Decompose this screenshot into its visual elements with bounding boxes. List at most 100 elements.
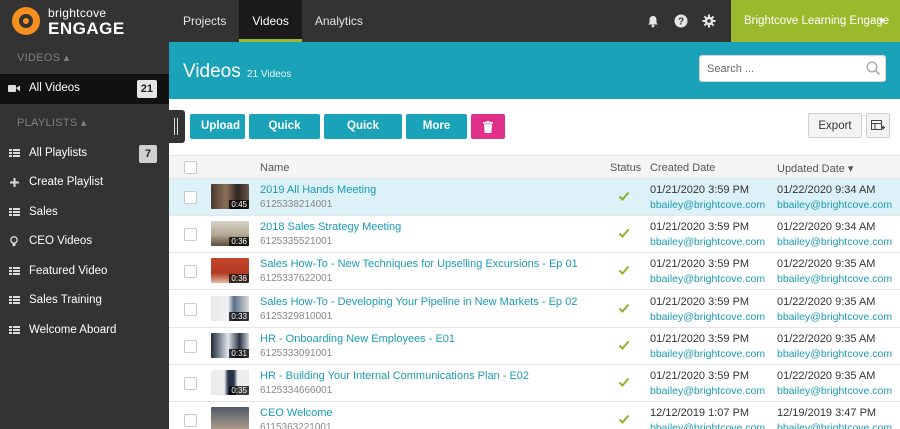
table-row[interactable]: 0:31 HR - Onboarding New Employees - E01 6… (169, 327, 900, 365)
updated-by-link[interactable]: bbailey@brightcove.com (777, 385, 892, 397)
sidebar-collapse-handle[interactable] (169, 110, 185, 143)
bell-icon[interactable] (645, 13, 661, 29)
table-row[interactable]: 0:45 2019 All Hands Meeting 6125338214001 0… (169, 179, 900, 216)
list-icon (8, 139, 20, 168)
checkmark-icon (618, 266, 630, 276)
table-row[interactable]: 0:33 Sales How-To - Developing Your Pipel… (169, 290, 900, 328)
video-name-link[interactable]: Sales How-To - New Techniques for Upsell… (260, 258, 578, 270)
video-name-link[interactable]: Sales How-To - Developing Your Pipeline … (260, 296, 577, 308)
video-duration: 0:38 (229, 274, 249, 284)
video-thumbnail[interactable] (211, 407, 249, 429)
updated-by-link[interactable]: bbailey@brightcove.com (777, 311, 892, 323)
nav-videos[interactable]: Videos (239, 0, 303, 42)
created-by-link[interactable]: bbailey@brightcove.com (650, 199, 765, 211)
row-checkbox[interactable] (184, 414, 197, 428)
updated-by-link[interactable]: bbailey@brightcove.com (777, 236, 892, 248)
video-name-link[interactable]: 2018 Sales Strategy Meeting (260, 221, 401, 233)
video-thumbnail[interactable]: 0:45 (211, 184, 249, 209)
table-row[interactable]: 0:35 HR - Building Your Internal Communic… (169, 365, 900, 402)
brightcove-engage-logo[interactable]: brightcove ENGAGE (12, 6, 162, 38)
sidebar-item-label: Create Playlist (29, 176, 104, 188)
sidebar: VIDEOS ▴ All Videos 21 PLAYLISTS ▴ All P… (0, 42, 169, 429)
row-checkbox[interactable] (184, 265, 197, 279)
column-status[interactable]: Status (610, 162, 641, 174)
table-row[interactable]: 0:38 Sales How-To - New Techniques for Up… (169, 253, 900, 291)
delete-button[interactable] (471, 114, 505, 139)
upload-button[interactable]: Upload (190, 114, 245, 139)
sidebar-item-label: All Playlists (29, 146, 88, 159)
help-icon[interactable]: ? (673, 13, 689, 29)
account-menu[interactable]: Brightcove Learning Engage ▼ (731, 0, 900, 42)
column-updated-date[interactable]: Updated Date ▾ (777, 162, 853, 175)
row-checkbox[interactable] (184, 302, 197, 316)
row-checkbox[interactable] (184, 339, 197, 353)
row-checkbox[interactable] (184, 377, 197, 390)
video-thumbnail[interactable]: 0:36 (211, 221, 249, 247)
updated-by-link[interactable]: bbailey@brightcove.com (777, 422, 892, 429)
search-icon[interactable] (866, 61, 881, 76)
created-by-link[interactable]: bbailey@brightcove.com (650, 236, 765, 248)
created-date: 12/12/2019 1:07 PM (650, 407, 750, 420)
quick-view-button[interactable]: Quick View (324, 114, 402, 157)
row-checkbox[interactable] (184, 191, 197, 204)
table-row[interactable]: CEO Welcome 6115363221001 12/12/2019 1:07 … (169, 402, 900, 429)
sidebar-item-all-videos[interactable]: All Videos 21 (0, 74, 169, 104)
table-row[interactable]: 0:36 2018 Sales Strategy Meeting 612533552… (169, 216, 900, 254)
video-thumbnail[interactable]: 0:31 (211, 332, 249, 358)
select-all-checkbox[interactable] (184, 161, 197, 174)
sidebar-item-featured-video[interactable]: Featured Video (0, 257, 169, 287)
video-thumbnail[interactable]: 0:33 (211, 295, 249, 321)
column-created-date[interactable]: Created Date (650, 162, 715, 174)
nav-projects[interactable]: Projects (170, 0, 239, 42)
gear-icon[interactable] (701, 13, 717, 29)
column-name[interactable]: Name (260, 162, 289, 174)
sidebar-item-welcome-aboard[interactable]: Welcome Aboard (0, 316, 169, 346)
video-count: 21 Videos (247, 69, 292, 80)
updated-date: 01/22/2020 9:35 AM (777, 258, 876, 271)
video-id: 6125334666001 (260, 385, 333, 396)
account-label: Brightcove Learning Engage (744, 15, 890, 27)
checkmark-icon (618, 303, 630, 313)
sidebar-item-ceo-videos[interactable]: CEO Videos (0, 227, 169, 257)
row-checkbox[interactable] (184, 228, 197, 242)
created-by-link[interactable]: bbailey@brightcove.com (650, 385, 765, 397)
lightbulb-icon (8, 227, 20, 256)
updated-by-link[interactable]: bbailey@brightcove.com (777, 273, 892, 285)
sidebar-item-create-playlist[interactable]: Create Playlist (0, 168, 169, 198)
sidebar-playlists-heading[interactable]: PLAYLISTS ▴ (0, 107, 169, 139)
search-input[interactable] (699, 55, 886, 82)
updated-by-link[interactable]: bbailey@brightcove.com (777, 199, 892, 211)
video-thumbnail[interactable]: 0:38 (211, 258, 249, 284)
sidebar-item-all-playlists[interactable]: All Playlists 7 (0, 139, 169, 169)
export-button[interactable]: Export (808, 113, 862, 138)
created-by-link[interactable]: bbailey@brightcove.com (650, 422, 765, 429)
more-button[interactable]: More ▼ (406, 114, 467, 157)
sidebar-item-label: Welcome Aboard (29, 323, 117, 336)
created-date: 01/21/2020 3:59 PM (650, 258, 750, 271)
sidebar-item-sales-training[interactable]: Sales Training (0, 286, 169, 316)
video-thumbnail[interactable]: 0:35 (211, 370, 249, 395)
plus-icon (8, 168, 20, 197)
column-settings-button[interactable] (866, 113, 890, 138)
created-by-link[interactable]: bbailey@brightcove.com (650, 273, 765, 285)
sidebar-videos-heading[interactable]: VIDEOS ▴ (0, 42, 169, 74)
video-name-link[interactable]: 2019 All Hands Meeting (260, 184, 376, 196)
updated-by-link[interactable]: bbailey@brightcove.com (777, 348, 892, 360)
video-name-link[interactable]: CEO Welcome (260, 407, 333, 419)
quick-edit-button[interactable]: Quick Edit (249, 114, 320, 157)
sidebar-item-sales[interactable]: Sales (0, 198, 169, 228)
created-by-link[interactable]: bbailey@brightcove.com (650, 348, 765, 360)
top-navbar: brightcove ENGAGE Projects Videos Analyt… (0, 0, 900, 42)
video-id: 6115363221001 (260, 422, 332, 429)
caret-down-icon: ▼ (877, 16, 886, 26)
video-name-link[interactable]: HR - Onboarding New Employees - E01 (260, 333, 455, 345)
list-icon (8, 316, 20, 345)
main-nav: Projects Videos Analytics (170, 0, 376, 42)
video-duration: 0:33 (229, 311, 249, 321)
video-name-link[interactable]: HR - Building Your Internal Communicatio… (260, 370, 529, 382)
updated-date: 12/19/2019 3:47 PM (777, 407, 877, 420)
updated-date: 01/22/2020 9:35 AM (777, 332, 876, 345)
trash-icon (483, 120, 493, 133)
created-by-link[interactable]: bbailey@brightcove.com (650, 311, 765, 323)
nav-analytics[interactable]: Analytics (302, 0, 376, 42)
